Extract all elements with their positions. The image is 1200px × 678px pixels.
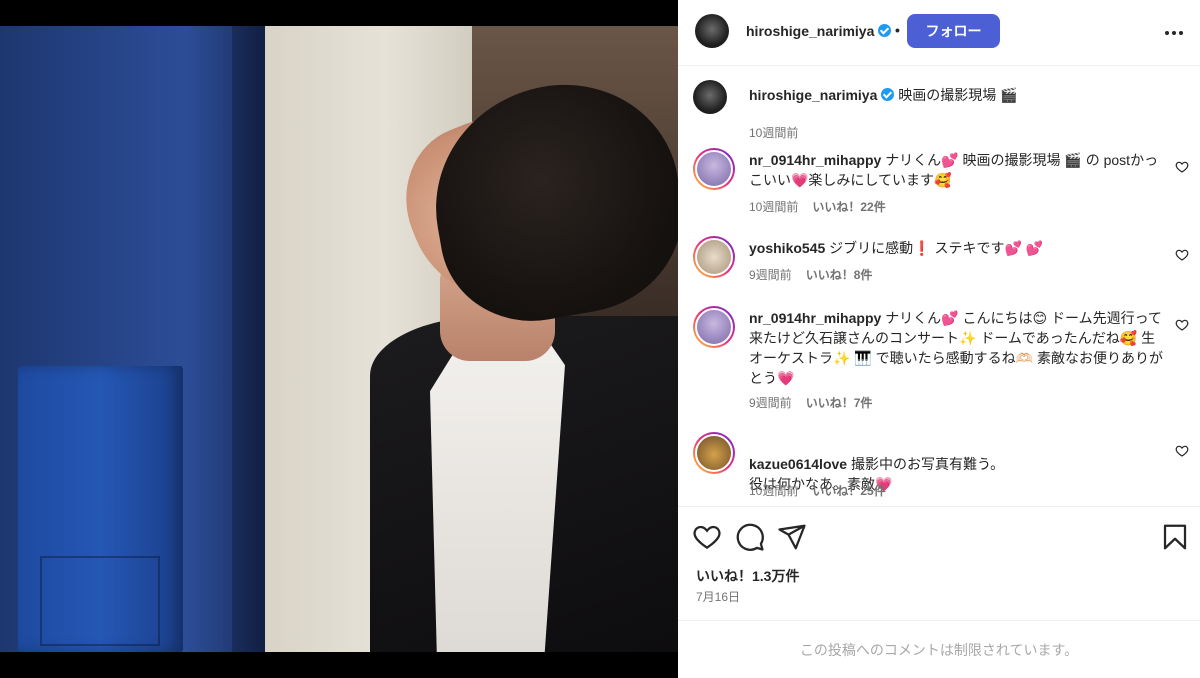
blue-mailbox — [18, 366, 183, 652]
header-username[interactable]: hiroshige_narimiya — [746, 23, 892, 39]
bookmark-icon[interactable] — [1160, 522, 1190, 552]
caption-username[interactable]: hiroshige_narimiya — [749, 87, 877, 103]
heart-icon[interactable] — [692, 522, 722, 552]
white-shirt — [430, 326, 565, 652]
comments-restricted-notice: この投稿へのコメントは制限されています。 — [678, 620, 1200, 678]
comment-body: yoshiko545 ジブリに感動❗ ステキです💕 💕 — [749, 240, 1044, 256]
separator-dot: • — [895, 22, 900, 38]
post-photo — [0, 26, 678, 652]
commenter-avatar-icon[interactable] — [693, 148, 735, 190]
caption-time: 10週間前 — [749, 126, 799, 140]
comment-meta: 10週間前 いいね！25件 — [749, 484, 886, 498]
action-bar — [678, 518, 1200, 558]
heart-icon[interactable] — [1175, 444, 1189, 458]
actions-divider — [678, 506, 1200, 507]
verified-badge-icon — [878, 24, 892, 37]
commenter-avatar-icon[interactable] — [693, 306, 735, 348]
heart-icon[interactable] — [1175, 318, 1189, 332]
more-options-icon[interactable] — [1162, 21, 1186, 45]
man-looking-up — [370, 66, 678, 652]
heart-icon[interactable] — [1175, 160, 1189, 174]
comment-meta: 9週間前 いいね！8件 — [749, 268, 873, 282]
profile-avatar-icon[interactable] — [693, 80, 727, 114]
post-date[interactable]: 7月16日 — [696, 588, 740, 605]
post-media[interactable] — [0, 0, 678, 678]
post-header: hiroshige_narimiya • フォロー — [678, 0, 1200, 66]
post-side-panel: hiroshige_narimiya • フォロー hiroshige_nari… — [678, 0, 1200, 678]
comment-list[interactable]: hiroshige_narimiya 映画の撮影現場 🎬 10週間前 nr_09… — [678, 66, 1200, 506]
comment-body: nr_0914hr_mihappy ナリくん💕 こんにちは😊 ドーム先週行って来… — [749, 310, 1163, 386]
profile-avatar-icon[interactable] — [695, 14, 729, 48]
comment-icon[interactable] — [735, 522, 765, 552]
caption-text: hiroshige_narimiya 映画の撮影現場 🎬 — [749, 87, 1018, 103]
verified-badge-icon — [881, 88, 895, 101]
mailbox-slot — [40, 556, 160, 646]
comment-body: nr_0914hr_mihappy ナリくん💕 映画の撮影現場 🎬 の post… — [749, 152, 1159, 188]
comment-meta: 10週間前 いいね！22件 — [749, 200, 886, 214]
comment-meta: 9週間前 いいね！7件 — [749, 396, 873, 410]
commenter-avatar-icon[interactable] — [693, 432, 735, 474]
commenter-avatar-icon[interactable] — [693, 236, 735, 278]
follow-button[interactable]: フォロー — [907, 14, 1000, 48]
like-count[interactable]: いいね！1.3万件 — [696, 566, 799, 586]
share-icon[interactable] — [777, 522, 807, 552]
heart-icon[interactable] — [1175, 248, 1189, 262]
